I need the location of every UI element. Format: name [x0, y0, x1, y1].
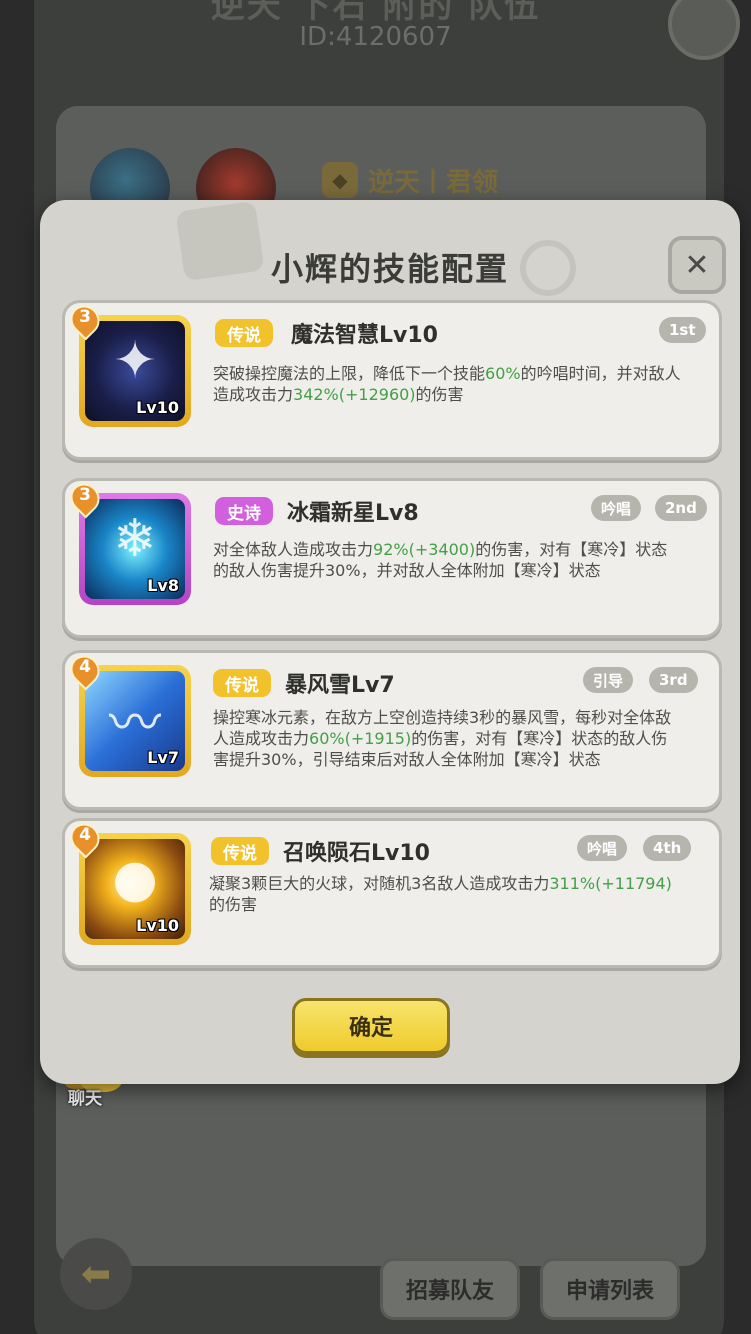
skill-name: 召唤陨石Lv10	[283, 841, 430, 866]
skill-config-modal: 小辉的技能配置 ✕ ✦ Lv10 3 传说 魔法智慧Lv10 1st 突破操控魔…	[40, 200, 740, 1084]
blizzard-icon: 〰 Lv7	[85, 671, 185, 771]
skill-name: 冰霜新星Lv8	[287, 501, 419, 526]
skill-icon-frame: ● Lv10	[79, 833, 191, 945]
rank-number: 4	[79, 657, 91, 677]
recruit-button[interactable]: 招募队友	[380, 1258, 520, 1320]
order-tag: 4th	[643, 835, 692, 861]
order-tag: 2nd	[655, 495, 707, 521]
skill-description: 突破操控魔法的上限，降低下一个技能60%的吟唱时间，并对敌人造成攻击力342%(…	[213, 364, 681, 404]
skill-icon-frame: ❄ Lv8	[79, 493, 191, 605]
skill-description: 对全体敌人造成攻击力92%(+3400)的伤害，对有【寒冷】状态的敌人伤害提升3…	[213, 540, 668, 580]
shield-icon: ◆	[322, 162, 358, 198]
rarity-badge: 传说	[211, 837, 269, 865]
player-id: ID:4120607	[299, 22, 452, 52]
skill-level-label: Lv10	[136, 398, 179, 417]
close-icon: ✕	[684, 247, 710, 283]
skill-card[interactable]: ✦ Lv10 3 传说 魔法智慧Lv10 1st 突破操控魔法的上限，降低下一个…	[62, 299, 722, 460]
skill-name: 暴风雪Lv7	[285, 673, 395, 698]
skill-level-label: Lv7	[147, 748, 179, 767]
cast-type-tag: 引导	[583, 667, 634, 693]
confirm-button[interactable]: 确定	[292, 998, 450, 1054]
rarity-badge: 传说	[213, 669, 271, 697]
skill-name: 魔法智慧Lv10	[291, 323, 438, 348]
rank-number: 3	[79, 307, 91, 327]
rarity-badge: 史诗	[215, 497, 273, 525]
rank-number: 4	[79, 825, 91, 845]
order-tag: 1st	[659, 317, 706, 343]
close-button[interactable]: ✕	[668, 236, 726, 294]
rank-number: 3	[79, 485, 91, 505]
back-arrow-icon[interactable]: ⬅	[60, 1238, 132, 1310]
skill-icon-frame: 〰 Lv7	[79, 665, 191, 777]
skill-card[interactable]: ❄ Lv8 3 史诗 冰霜新星Lv8 吟唱 2nd 对全体敌人造成攻击力92%(…	[62, 477, 722, 638]
skill-level-label: Lv10	[136, 916, 179, 935]
modal-title: 小辉的技能配置	[270, 250, 509, 288]
skill-icon-frame: ✦ Lv10	[79, 315, 191, 427]
skill-description: 凝聚3颗巨大的火球，对随机3名敌人造成攻击力311%(+11794)的伤害	[209, 874, 672, 914]
skill-description: 操控寒冰元素，在敌方上空创造持续3秒的暴风雪，每秒对全体敌人造成攻击力60%(+…	[213, 708, 672, 769]
chat-label[interactable]: 聊天	[68, 1084, 102, 1109]
magic-star-icon: ✦ Lv10	[85, 321, 185, 421]
skill-card[interactable]: ● Lv10 4 传说 召唤陨石Lv10 吟唱 4th 凝聚3颗巨大的火球，对随…	[62, 817, 722, 968]
cast-type-tag: 吟唱	[577, 835, 628, 861]
rarity-badge: 传说	[215, 319, 273, 347]
order-tag: 3rd	[649, 667, 698, 693]
guild-tag: ◆ 逆天丨君领	[322, 158, 498, 202]
skill-level-label: Lv8	[147, 576, 179, 595]
skill-card[interactable]: 〰 Lv7 4 传说 暴风雪Lv7 引导 3rd 操控寒冰元素，在敌方上空创造持…	[62, 649, 722, 810]
cast-type-tag: 吟唱	[591, 495, 642, 521]
meteor-icon: ● Lv10	[85, 839, 185, 939]
apply-list-button[interactable]: 申请列表	[540, 1258, 680, 1320]
guild-label: 逆天丨君领	[368, 167, 499, 198]
frost-nova-icon: ❄ Lv8	[85, 499, 185, 599]
